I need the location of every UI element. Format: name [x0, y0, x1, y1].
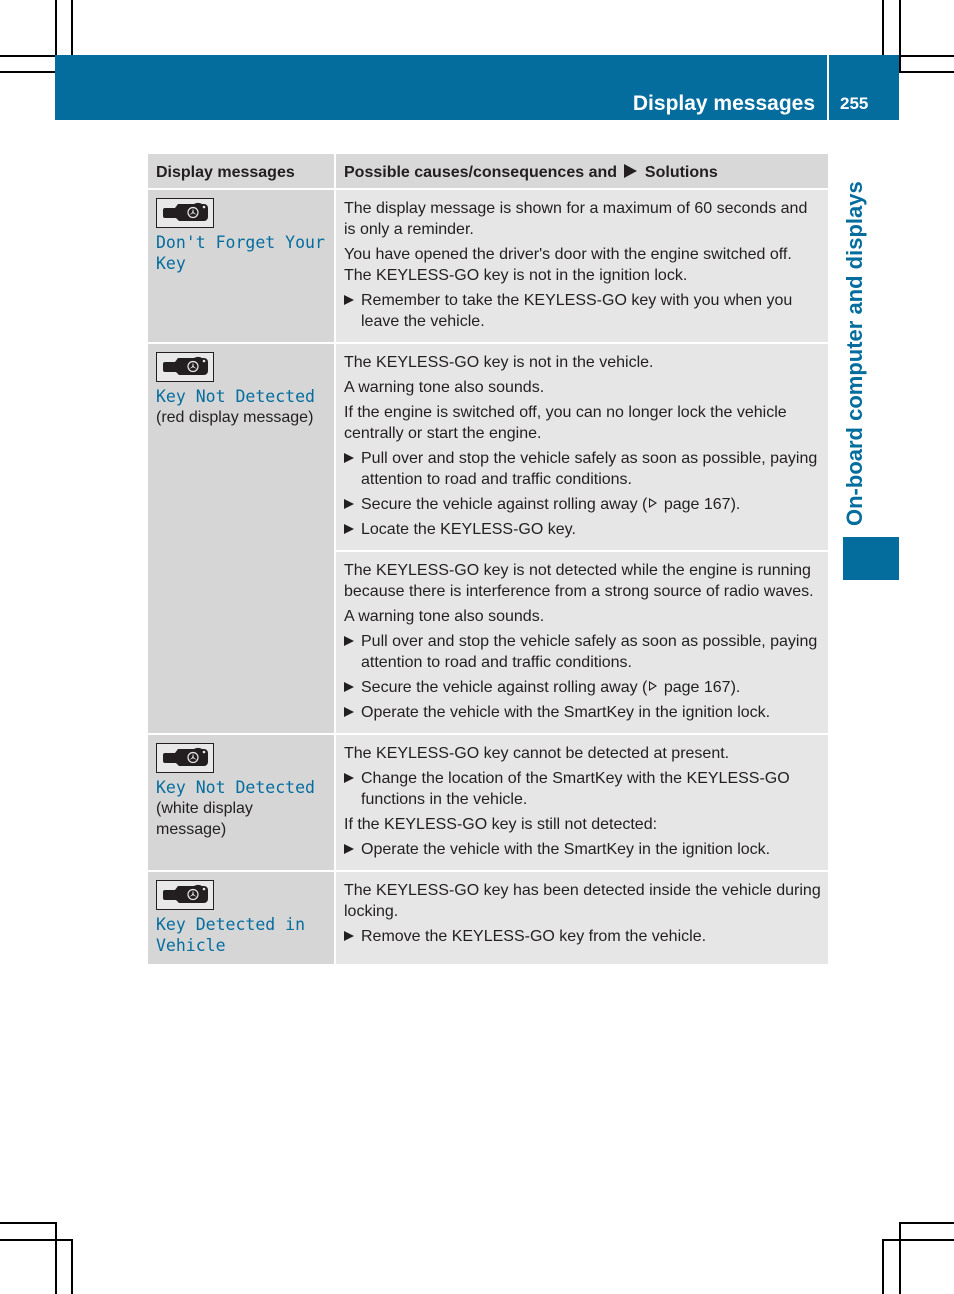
- step-arrow-icon: [344, 682, 354, 692]
- page-reference-link[interactable]: page 167).: [664, 679, 741, 696]
- step-text: Locate the KEYLESS-GO key.: [361, 521, 576, 538]
- crop-mark: [899, 71, 954, 73]
- step-arrow-icon: [344, 295, 354, 305]
- crop-mark: [71, 1239, 73, 1294]
- crop-mark: [899, 0, 901, 71]
- step-text: Secure the vehicle against rolling away …: [361, 679, 648, 696]
- crop-mark: [0, 55, 55, 57]
- step-text: Secure the vehicle against rolling away …: [361, 496, 648, 513]
- crop-mark: [0, 1222, 55, 1224]
- causes-solutions-cell: The KEYLESS-GO key has been detected ins…: [334, 871, 828, 966]
- display-message-cell: Key Not Detected (red display message): [148, 343, 335, 735]
- solution-step: Secure the vehicle against rolling away …: [344, 494, 822, 515]
- solution-step: Operate the vehicle with the SmartKey in…: [344, 702, 822, 723]
- page-reference-link[interactable]: page 167).: [664, 496, 741, 513]
- page-number-box: 255: [829, 55, 899, 120]
- keyless-go-key-icon: [156, 352, 214, 382]
- crop-mark: [55, 1222, 57, 1294]
- step-arrow-icon: [344, 844, 354, 854]
- step-text: Change the location of the SmartKey with…: [361, 770, 790, 808]
- step-arrow-icon: [344, 931, 354, 941]
- table-header-row: Display messages Possible causes/consequ…: [148, 154, 828, 190]
- crop-mark: [0, 71, 55, 73]
- step-arrow-icon: [344, 499, 354, 509]
- display-messages-table: Display messages Possible causes/consequ…: [148, 154, 828, 966]
- solution-step: Pull over and stop the vehicle safely as…: [344, 448, 822, 490]
- cause-text: If the KEYLESS-GO key is still not detec…: [344, 816, 658, 833]
- step-arrow-icon: [344, 773, 354, 783]
- page-reference-icon: [649, 498, 658, 508]
- chapter-tab-marker: [843, 537, 899, 580]
- cause-text: If the engine is switched off, you can n…: [344, 404, 787, 442]
- step-text: Operate the vehicle with the SmartKey in…: [361, 841, 771, 858]
- keyless-go-key-icon: [156, 880, 214, 910]
- step-arrow-icon: [344, 524, 354, 534]
- step-arrow-icon: [344, 453, 354, 463]
- crop-mark: [882, 0, 884, 55]
- cause-text: The display message is shown for a maxim…: [344, 200, 808, 238]
- cause-text: You have opened the driver's door with t…: [344, 246, 792, 284]
- display-message-text: Key Not Detected: [156, 387, 315, 406]
- table-row: Key Not Detected (red display message) T…: [148, 343, 828, 735]
- solution-step: Secure the vehicle against rolling away …: [344, 677, 822, 698]
- display-message-cell: Key Not Detected (white display message): [148, 734, 335, 872]
- cause-text: The KEYLESS-GO key is not detected while…: [344, 562, 814, 600]
- section-title: Display messages: [632, 92, 815, 115]
- cause-text: A warning tone also sounds.: [344, 608, 545, 625]
- cause-text: The KEYLESS-GO key has been detected ins…: [344, 882, 821, 920]
- step-text: Pull over and stop the vehicle safely as…: [361, 633, 818, 671]
- display-message-note: (red display message): [156, 409, 314, 426]
- causes-solutions-cell: The KEYLESS-GO key is not detected while…: [334, 551, 828, 735]
- crop-mark: [882, 1239, 954, 1241]
- table-row: Don't Forget Your Key The display messag…: [148, 189, 828, 344]
- display-message-note: (white display message): [156, 800, 253, 838]
- section-header: Display messages: [55, 55, 827, 120]
- solution-step: Remember to take the KEYLESS-GO key with…: [344, 290, 822, 332]
- crop-mark: [899, 1222, 901, 1294]
- display-message-cell: Key Detected in Vehicle: [148, 871, 335, 966]
- crop-mark: [71, 0, 73, 55]
- page-number: 255: [840, 94, 869, 113]
- step-arrow-icon: [344, 707, 354, 717]
- col-header-text: Solutions: [644, 164, 718, 181]
- display-message-cell: Don't Forget Your Key: [148, 189, 335, 344]
- crop-mark: [899, 1222, 954, 1224]
- step-text: Operate the vehicle with the SmartKey in…: [361, 704, 771, 721]
- keyless-go-key-icon: [156, 743, 214, 773]
- chapter-tab-label: On-board computer and displays: [842, 181, 867, 526]
- display-message-text: Key Not Detected: [156, 778, 315, 797]
- table-row: Key Not Detected (white display message)…: [148, 734, 828, 872]
- keyless-go-key-icon: [156, 198, 214, 228]
- solution-step: Remove the KEYLESS-GO key from the vehic…: [344, 926, 822, 947]
- crop-mark: [55, 0, 57, 55]
- chapter-tab: On-board computer and displays: [842, 168, 872, 528]
- step-text: Remove the KEYLESS-GO key from the vehic…: [361, 928, 707, 945]
- step-text: Remember to take the KEYLESS-GO key with…: [361, 292, 793, 330]
- causes-solutions-cell: The display message is shown for a maxim…: [334, 189, 828, 344]
- step-text: Pull over and stop the vehicle safely as…: [361, 450, 818, 488]
- display-message-text: Key Detected in Vehicle: [156, 915, 306, 955]
- cause-text: A warning tone also sounds.: [344, 379, 545, 396]
- causes-solutions-cell: The KEYLESS-GO key cannot be detected at…: [334, 734, 828, 872]
- step-arrow-icon: [344, 636, 354, 646]
- solution-step: Operate the vehicle with the SmartKey in…: [344, 839, 822, 860]
- display-message-text: Don't Forget Your Key: [156, 233, 325, 273]
- crop-mark: [0, 1239, 71, 1241]
- crop-mark: [882, 1239, 884, 1294]
- crop-mark: [899, 55, 954, 57]
- solution-step: Pull over and stop the vehicle safely as…: [344, 631, 822, 673]
- col-header-causes-solutions: Possible causes/consequences and Solutio…: [334, 154, 828, 190]
- cause-text: The KEYLESS-GO key cannot be detected at…: [344, 745, 730, 762]
- solution-step: Locate the KEYLESS-GO key.: [344, 519, 822, 540]
- col-header-text: Possible causes/consequences and: [344, 164, 618, 181]
- solution-step: Change the location of the SmartKey with…: [344, 768, 822, 810]
- causes-solutions-cell: The KEYLESS-GO key is not in the vehicle…: [334, 343, 828, 552]
- cause-text: The KEYLESS-GO key is not in the vehicle…: [344, 354, 654, 371]
- col-header-display-messages: Display messages: [148, 154, 335, 190]
- solution-arrow-icon: [624, 164, 638, 178]
- page-reference-icon: [649, 681, 658, 691]
- table-row: Key Detected in Vehicle The KEYLESS-GO k…: [148, 871, 828, 966]
